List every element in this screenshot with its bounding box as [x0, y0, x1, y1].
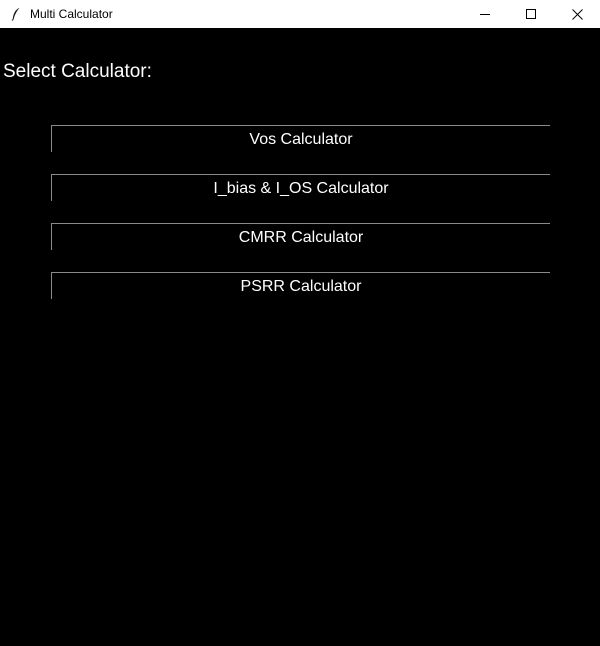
window-title: Multi Calculator [30, 7, 113, 21]
minimize-icon [480, 14, 490, 15]
app-window: Multi Calculator Select Calculator: Vos … [0, 0, 600, 646]
maximize-button[interactable] [508, 0, 554, 28]
title-bar[interactable]: Multi Calculator [0, 0, 600, 28]
maximize-icon [526, 9, 536, 19]
minimize-button[interactable] [462, 0, 508, 28]
window-controls [462, 0, 600, 28]
cmrr-calculator-button[interactable]: CMRR Calculator [51, 223, 550, 250]
close-button[interactable] [554, 0, 600, 28]
feather-icon [8, 6, 24, 22]
main-content: Select Calculator: Vos Calculator I_bias… [0, 28, 600, 646]
page-heading: Select Calculator: [3, 61, 152, 82]
vos-calculator-button[interactable]: Vos Calculator [51, 125, 550, 152]
ibias-ios-calculator-button[interactable]: I_bias & I_OS Calculator [51, 174, 550, 201]
close-icon [571, 8, 583, 20]
psrr-calculator-button[interactable]: PSRR Calculator [51, 272, 550, 299]
